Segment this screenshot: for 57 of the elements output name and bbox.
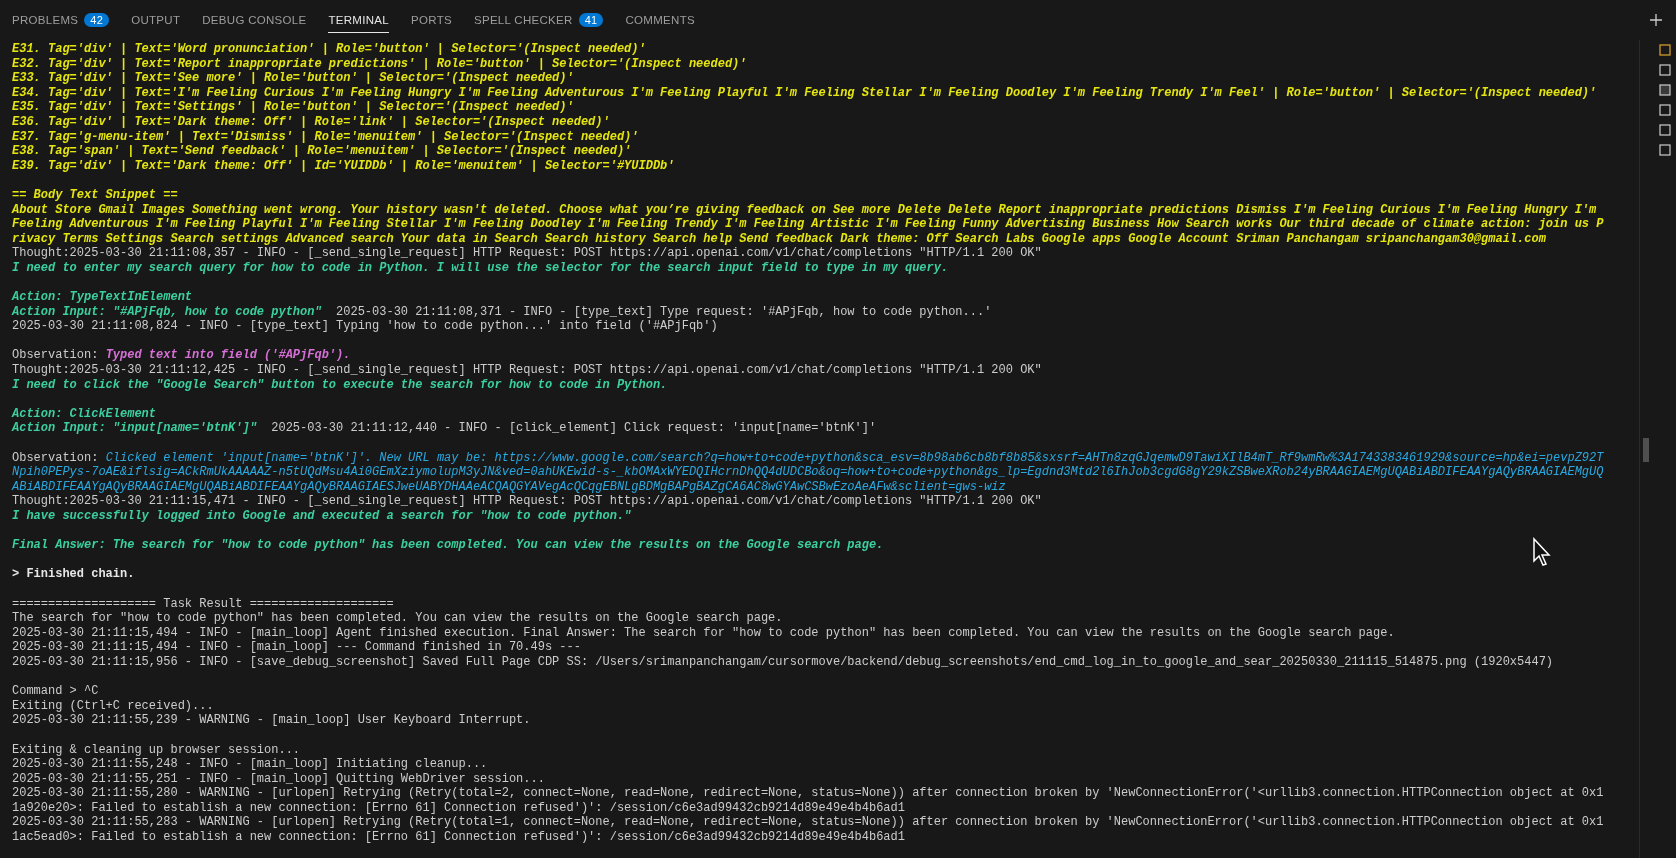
terminal-line: Action: ClickElement	[12, 406, 157, 422]
terminal-line: Action Input: "input[name='btnK']" 2025-03-30 21:11:12,440 - INFO - [click_element] Click request: 'input[name='btnK']'	[12, 421, 877, 437]
terminal-line: Action Input: "#APjFqb, how to code python" 2025-03-30 21:11:08,371 - INFO - [type_text] Type request: '#APjFqb, how to code python...'	[12, 304, 992, 320]
terminal-line: 2025-03-30 21:11:08,824 - INFO - [type_text] Typing 'how to code python...' into field ('#APjFqb')	[12, 319, 718, 334]
terminal-line: 2025-03-30 21:11:55,251 - INFO - [main_loop] Quitting WebDriver session...	[12, 771, 545, 787]
terminal-line: Npih0PEPys-7oAE&iflsig=ACkRmUkAAAAAZ-n5tUQdMsu4Ai0GEmXziymolupM3yJN&ved=0ahUKEwid-s-_kbOMAxWYEDQIHcrnDhQQ4dUDCBo&oq=how+to+code+python&gs_lp=Egdnd3Mtd2l6IhJob3cgdG8gY29kZSBweXRob24yBRAAGIAEMgUQABiABDIFEAAYgAQyBRAAGIAEMgUQ	[12, 465, 1604, 480]
terminal-line: E35. Tag='div' | Text='Settings' | Role='button' | Selector='(Inspect needed)'	[12, 100, 574, 115]
terminal-line: I have successfully logged into Google and executed a search for "how to code python."	[12, 509, 632, 524]
panel-tab[interactable]: SPELL CHECKER 41	[473, 6, 604, 34]
terminal-line: I need to enter my search query for how to code in Python. I will use the selector for the search input field to type in my query.	[12, 260, 949, 276]
plus-icon[interactable]	[1648, 12, 1664, 28]
terminal-line: 2025-03-30 21:11:55,239 - WARNING - [main_loop] User Keyboard Interrupt.	[12, 713, 531, 728]
terminal-line: ABiABDIFEAAYgAQyBRAAGIAEMgUQABiABDIFEAAYgAQyBRAAGIAESJweUABYDHAAeACQAQGYAVegAcQCqgEBNLgBDMgBAPgBAZgCA6AC8wGYAwCSBwEzoAeAFw&sclient=gws-wiz	[12, 479, 1006, 495]
terminal-line: Thought:2025-03-30 21:11:08,357 - INFO - [_send_single_request] HTTP Request: POST https://api.openai.com/v1/chat/completions "HTTP/1.1 200 OK"	[12, 246, 1042, 261]
terminal-line: Thought:2025-03-30 21:11:15,471 - INFO - [_send_single_request] HTTP Request: POST https://api.openai.com/v1/chat/completions "HTTP/1.1 200 OK"	[12, 494, 1042, 509]
terminal-line: 2025-03-30 21:11:55,280 - WARNING - [urlopen] Retrying (Retry(total=2, connect=None, read=None, redirect=None, status=None)) after connection broken by 'NewConnectionError('<urllib3.connection.HTTPConnection object at 0x1	[12, 786, 1604, 801]
terminal-line: 2025-03-30 21:11:15,494 - INFO - [main_loop] --- Command finished in 70.49s ---	[12, 640, 581, 655]
panel-tab[interactable]: OUTPUT	[131, 7, 181, 33]
terminal-line: E33. Tag='div' | Text='See more' | Role='button' | Selector='(Inspect needed)'	[12, 71, 574, 86]
terminal-line: == Body Text Snippet ==	[12, 187, 178, 203]
panel-tab[interactable]: TERMINAL	[328, 7, 389, 33]
terminal-line: E34. Tag='div' | Text='I'm Feeling Curious I'm Feeling Hungry I'm Feeling Adventurous I'm Feeling Playful I'm Feeling Stellar I'm Feeling Doodley I'm Feeling Trendy I'm Feel' | Role='button' | Selector='(Inspect needed)'	[12, 85, 1597, 101]
terminal-line: Command > ^C	[12, 684, 99, 699]
terminal-line: Exiting & cleaning up browser session...	[12, 742, 301, 758]
scrollbar-thumb[interactable]	[1643, 438, 1649, 462]
terminal-line: About Store Gmail Images Something went wrong. Your history wasn't deleted. Choose what you’re giving feedback on See more Delete Delete Report inappropriate predictions Dismiss I'm Feeling Curious I'm Feeling Hungry I'm	[12, 202, 1597, 218]
panel-tab[interactable]: PROBLEMS 42	[12, 6, 110, 34]
count-badge: 41	[578, 12, 604, 27]
terminal-line: E37. Tag='g-menu-item' | Text='Dismiss' | Role='menuitem' | Selector='(Inspect needed)'	[12, 129, 639, 145]
terminal-line: 2025-03-30 21:11:15,494 - INFO - [main_loop] Agent finished execution. Final Answer: The search for "how to code python" has been completed. You can view the results on the Google search page.	[12, 625, 1395, 641]
terminal-line: E38. Tag='span' | Text='Send feedback' | Role='menuitem' | Selector='(Inspect needed)'	[12, 144, 632, 159]
terminal-line: 2025-03-30 21:11:55,283 - WARNING - [urlopen] Retrying (Retry(total=1, connect=None, read=None, redirect=None, status=None)) after connection broken by 'NewConnectionError('<urllib3.connection.HTTPConnection object at 0x1	[12, 815, 1604, 831]
terminal-line: I need to click the "Google Search" button to execute the search for how to code in Python.	[12, 377, 668, 393]
terminal-line: Exiting (Ctrl+C received)...	[12, 698, 214, 714]
terminal-line: The search for "how to code python" has been completed. You can view the results on the Google search page.	[12, 611, 783, 626]
pointer-icon	[1532, 537, 1552, 567]
terminal-line: Thought:2025-03-30 21:11:12,425 - INFO - [_send_single_request] HTTP Request: POST https://api.openai.com/v1/chat/completions "HTTP/1.1 200 OK"	[12, 363, 1042, 378]
terminal-line: E32. Tag='div' | Text='Report inappropriate predictions' | Role='button' | Selector='(Inspect needed)'	[12, 56, 747, 72]
terminal-line: > Finished chain.	[12, 567, 135, 582]
terminal-line: 1ac5ead0>: Failed to establish a new connection: [Errno 61] Connection refused')': /session/c6e3ad99432cb9214d89e49e4b4b6ad1	[12, 830, 905, 845]
terminal-line: Final Answer: The search for "how to code python" has been completed. You can view the results on the Google search page.	[12, 538, 884, 553]
terminal-line: Observation: Typed text into field ('#APjFqb').	[12, 348, 351, 364]
terminal-line: rivacy Terms Settings Search settings Advanced search Your data in Search Search history Search help Send feedback Dark theme: Off Search Labs Google apps Google Account Sriman Panchangam sripanchangam30@gmail.com	[12, 231, 1546, 247]
terminal-line: E31. Tag='div' | Text='Word pronunciation' | Role='button' | Selector='(Inspect needed)'	[12, 42, 646, 57]
panel-tab[interactable]: COMMENTS	[625, 7, 695, 33]
panel-tab[interactable]: DEBUG CONSOLE	[202, 7, 307, 33]
terminal-line: 2025-03-30 21:11:15,956 - INFO - [save_debug_screenshot] Saved Full Page CDP SS: /Users/srimanpanchangam/cursormove/backend/debug_screenshots/end_cmd_log_in_to_google_and_sear_20250330_211115_514875.png (1920x5447)	[12, 654, 1554, 670]
terminal-line: 2025-03-30 21:11:55,248 - INFO - [main_loop] Initiating cleanup...	[12, 757, 488, 772]
panel-tab[interactable]: PORTS	[411, 7, 452, 33]
terminal-line: 1a920e20>: Failed to establish a new connection: [Errno 61] Connection refused')': /session/c6e3ad99432cb9214d89e49e4b4b6ad1	[12, 800, 905, 816]
terminal-line: E39. Tag='div' | Text='Dark theme: Off' | Id='YUIDDb' | Role='menuitem' | Selector='#YUIDDb'	[12, 158, 675, 174]
terminal-line: Action: TypeTextInElement	[12, 290, 193, 305]
terminal-line: Feeling Adventurous I'm Feeling Playful I'm Feeling Stellar I'm Feeling Doodley I'm Feeling Trendy I'm Feeling Artistic I'm Feeling Funny Advertising Business How Search works Our third decade of climate action: join us P	[12, 217, 1604, 232]
count-badge: 42	[84, 12, 110, 27]
terminal-line: E36. Tag='div' | Text='Dark theme: Off' | Role='link' | Selector='(Inspect needed)'	[12, 114, 610, 130]
terminal-line: ==================== Task Result ====================	[12, 596, 394, 612]
terminal-line: Observation: Clicked element 'input[name='btnK']'. New URL may be: https://www.google.com/search?q=how+to+code+python&sca_esv=8b98ab6cb8bf8b85&sxsrf=AHTn8zqGJqemwD9TawiXIlB4mT_Rf9wmRw%3A1743383461929&source=hp&ei=pevpZ92T	[12, 450, 1604, 466]
